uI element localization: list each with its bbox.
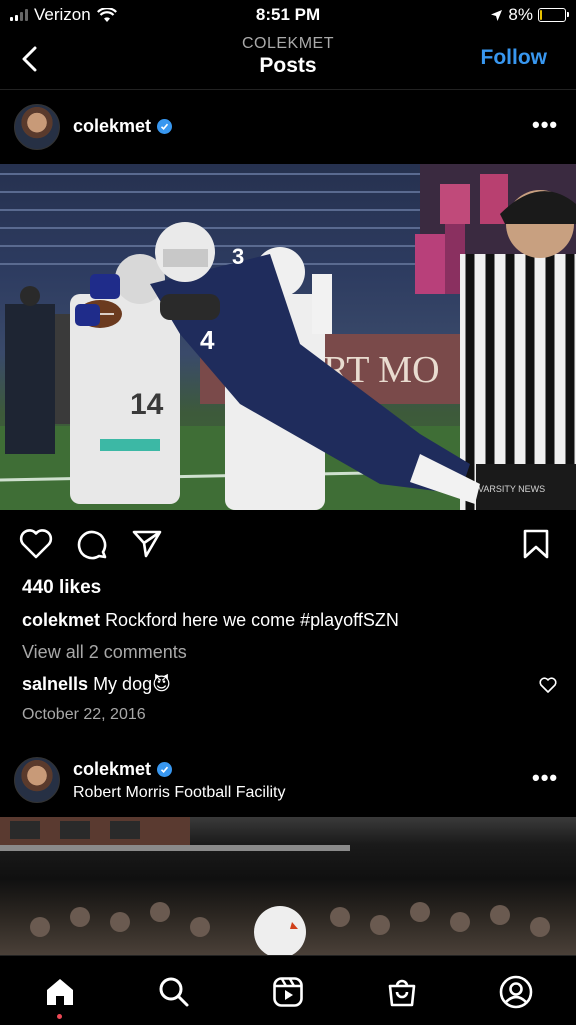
caption-username[interactable]: colekmet [22, 610, 100, 630]
post-caption: colekmet Rockford here we come #playoffS… [22, 610, 399, 631]
comment-row: salnells My dog😈 [22, 674, 171, 695]
post-location[interactable]: Robert Morris Football Facility [73, 784, 286, 802]
bottom-tab-bar [0, 955, 576, 1025]
shop-icon [388, 979, 416, 1007]
reels-icon [273, 977, 303, 1007]
battery-icon [538, 8, 569, 22]
verified-badge-icon [157, 762, 173, 777]
comment-icon[interactable] [76, 528, 108, 560]
post-photo[interactable]: ERT MO 14 3 4 VARSITY NEWS [0, 164, 576, 510]
post-photo[interactable] [0, 817, 576, 955]
home-icon [47, 979, 73, 1005]
receiver-number-front: 3 [232, 244, 244, 269]
username-text: colekmet [73, 116, 152, 136]
watermark-text: VARSITY NEWS [478, 484, 545, 494]
likes-count[interactable]: 440 likes [22, 577, 101, 599]
tab-home[interactable] [40, 972, 80, 1012]
location-arrow-icon [491, 9, 503, 21]
status-bar: Verizon 8:51 PM 8% [0, 0, 576, 30]
more-options-icon[interactable]: ••• [532, 112, 558, 138]
tab-search[interactable] [154, 972, 194, 1012]
nav-header: COLEKMET Posts Follow [0, 30, 576, 88]
username-text: colekmet [73, 759, 152, 779]
header-divider [0, 89, 576, 90]
profile-icon [499, 975, 533, 1009]
caption-text: Rockford here we come #playoffSZN [105, 610, 399, 630]
tab-reels[interactable] [268, 972, 308, 1012]
share-icon[interactable] [131, 528, 163, 560]
football-photo: ERT MO 14 3 4 VARSITY NEWS [0, 164, 576, 510]
comment-text: My dog [93, 674, 153, 694]
comment-username[interactable]: salnells [22, 674, 88, 694]
view-comments-link[interactable]: View all 2 comments [22, 642, 187, 663]
post-username[interactable]: colekmet [73, 759, 173, 780]
devil-emoji: 😈 [152, 674, 171, 694]
post-date: October 22, 2016 [22, 706, 146, 723]
facility-photo [0, 817, 550, 955]
heart-icon[interactable] [19, 528, 53, 560]
post-username[interactable]: colekmet [73, 116, 173, 137]
tab-shop[interactable] [382, 972, 422, 1012]
battery-percent: 8% [508, 5, 533, 24]
bookmark-icon[interactable] [522, 528, 550, 560]
notification-dot [57, 1014, 62, 1019]
search-icon [159, 977, 189, 1007]
receiver-number-side: 4 [200, 325, 215, 355]
verified-badge-icon [157, 119, 173, 134]
tab-profile[interactable] [496, 972, 536, 1012]
more-options-icon[interactable]: ••• [532, 765, 558, 791]
avatar[interactable] [14, 757, 60, 803]
avatar[interactable] [14, 104, 60, 150]
defender-number: 14 [130, 388, 164, 421]
follow-button[interactable]: Follow [481, 46, 548, 70]
comment-like-heart-icon[interactable] [539, 677, 557, 694]
status-right-group: 8% [490, 5, 569, 25]
